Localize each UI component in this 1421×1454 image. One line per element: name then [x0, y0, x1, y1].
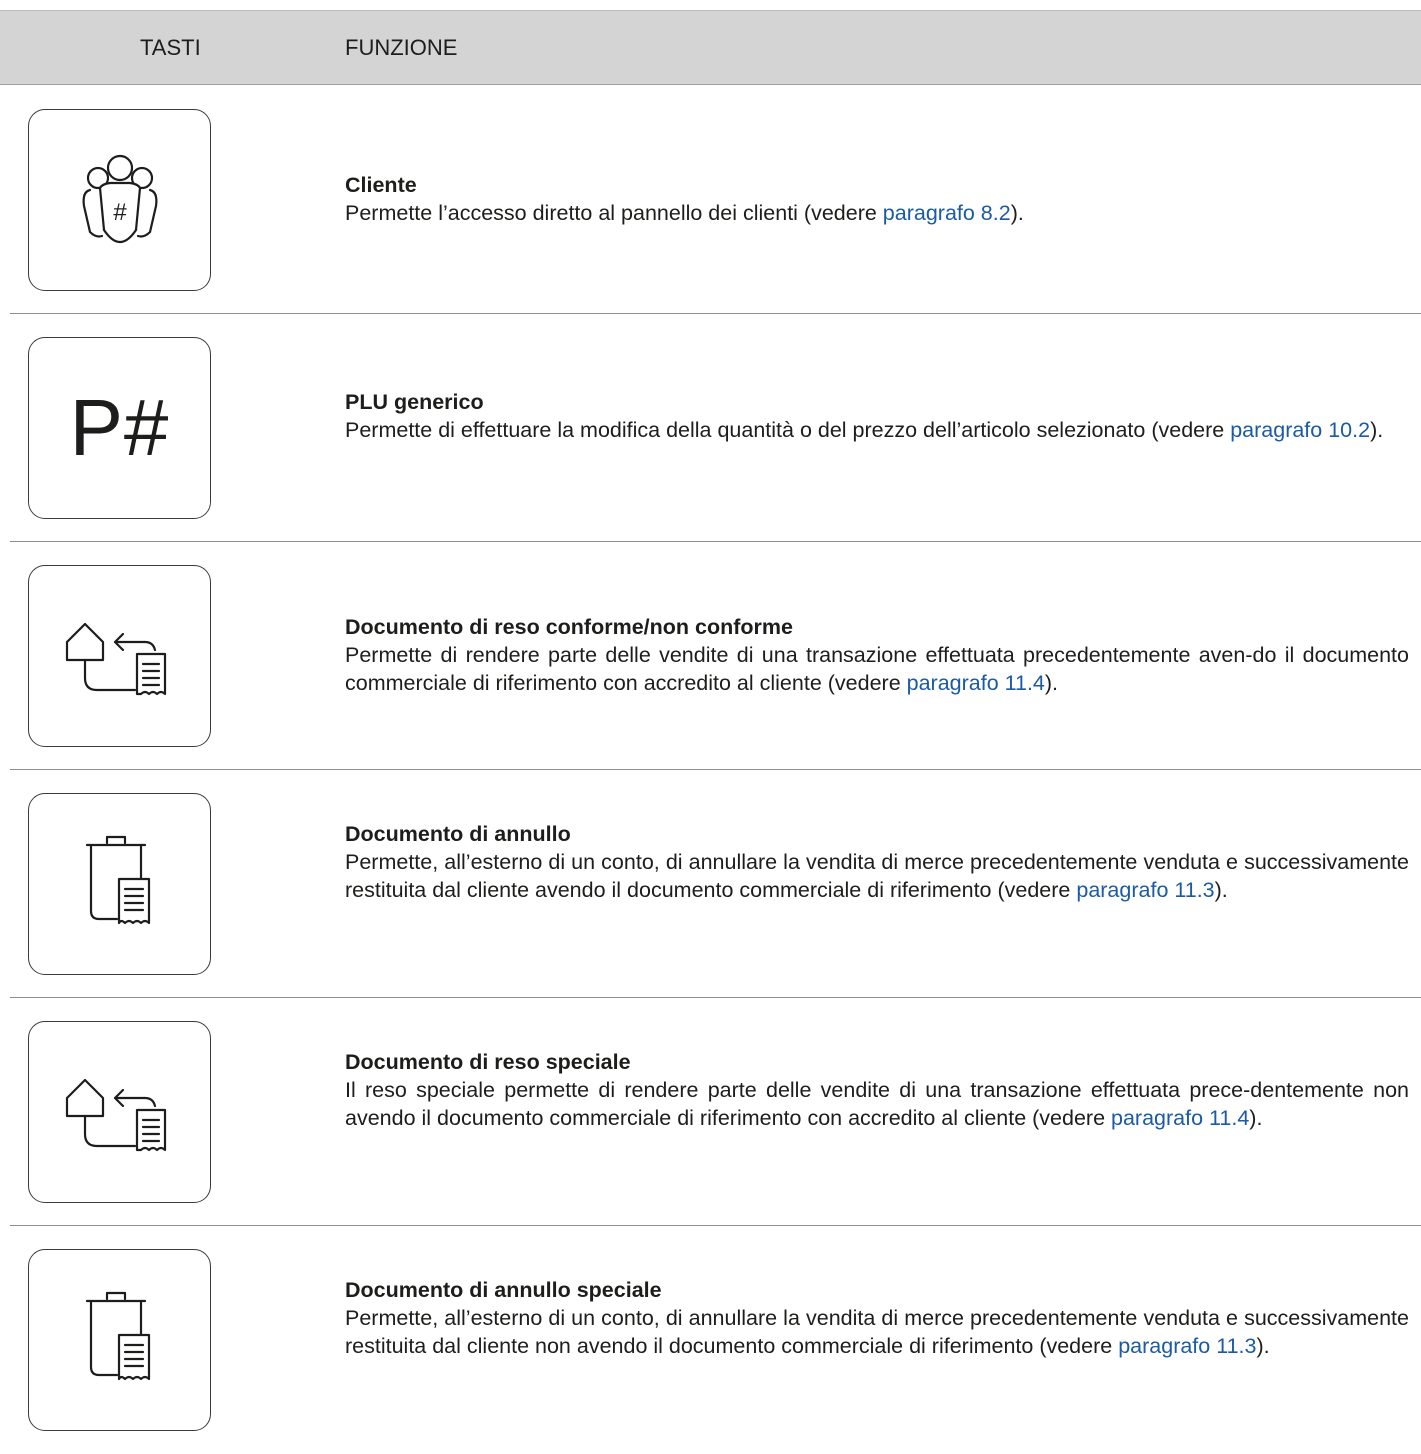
table-row: Documento di reso speciale Il reso specia… [0, 998, 1421, 1226]
row-text-end: ). [1249, 1106, 1263, 1130]
paragraph-link[interactable]: paragrafo 10.2 [1230, 418, 1370, 442]
customer-key: # [28, 109, 211, 291]
paragraph-link[interactable]: paragrafo 11.4 [1111, 1106, 1249, 1130]
void-document-icon [85, 1291, 150, 1381]
table-row: P# PLU generico Permette di effettuare la… [0, 314, 1421, 542]
row-text-end: ). [1256, 1334, 1270, 1358]
function-column-header: FUNZIONE [345, 35, 458, 60]
return-key [28, 565, 211, 747]
row-title: Documento di reso conforme/non conforme [345, 615, 793, 639]
table-row: Documento di annullo Permette, all’estern… [0, 770, 1421, 998]
row-title: PLU generico [345, 390, 484, 414]
row-text: Permette l’accesso diretto al pannello d… [345, 201, 883, 225]
row-text: Permette di effettuare la modifica della… [345, 418, 1231, 442]
row-description: Documento di annullo speciale Permette, a… [345, 1276, 1409, 1360]
svg-text:#: # [113, 199, 127, 226]
row-description: Documento di reso speciale Il reso specia… [345, 1048, 1409, 1132]
row-title: Cliente [345, 173, 417, 197]
return-document-icon [65, 1078, 166, 1152]
paragraph-link[interactable]: paragrafo 8.2 [883, 201, 1011, 225]
return-document-icon [65, 622, 166, 696]
row-text-end: ). [1370, 418, 1384, 442]
row-title: Documento di annullo [345, 822, 571, 846]
customer-group-icon: # [82, 154, 157, 244]
table-header: TASTI FUNZIONE [0, 10, 1421, 85]
row-description: PLU generico Permette di effettuare la mo… [345, 388, 1409, 444]
table-row: Documento di reso conforme/non conforme P… [0, 542, 1421, 770]
keys-column-header: TASTI [140, 35, 201, 60]
row-description: Cliente Permette l’accesso diretto al pan… [345, 171, 1409, 227]
row-description: Documento di annullo Permette, all’estern… [345, 820, 1409, 904]
special-return-key [28, 1021, 211, 1203]
row-description: Documento di reso conforme/non conforme P… [345, 613, 1409, 697]
special-void-key [28, 1249, 211, 1431]
row-title: Documento di annullo speciale [345, 1278, 662, 1302]
row-text-end: ). [1214, 878, 1228, 902]
paragraph-link[interactable]: paragrafo 11.4 [907, 671, 1045, 695]
row-text: Permette di rendere parte delle vendite … [345, 643, 1409, 695]
row-text: Permette, all’esterno di un conto, di an… [345, 850, 1409, 902]
row-text-end: ). [1010, 201, 1024, 225]
table-row: Documento di annullo speciale Permette, a… [0, 1226, 1421, 1454]
void-document-icon [85, 835, 150, 925]
row-text-end: ). [1044, 671, 1059, 695]
table-row: # Cliente Permette l’accesso diretto al p… [0, 86, 1421, 314]
void-key [28, 793, 211, 975]
plu-key: P# [28, 337, 211, 519]
paragraph-link[interactable]: paragrafo 11.3 [1076, 878, 1214, 902]
p-hash-key-icon: P# [69, 383, 170, 472]
row-title: Documento di reso speciale [345, 1050, 631, 1074]
paragraph-link[interactable]: paragrafo 11.3 [1118, 1334, 1256, 1358]
